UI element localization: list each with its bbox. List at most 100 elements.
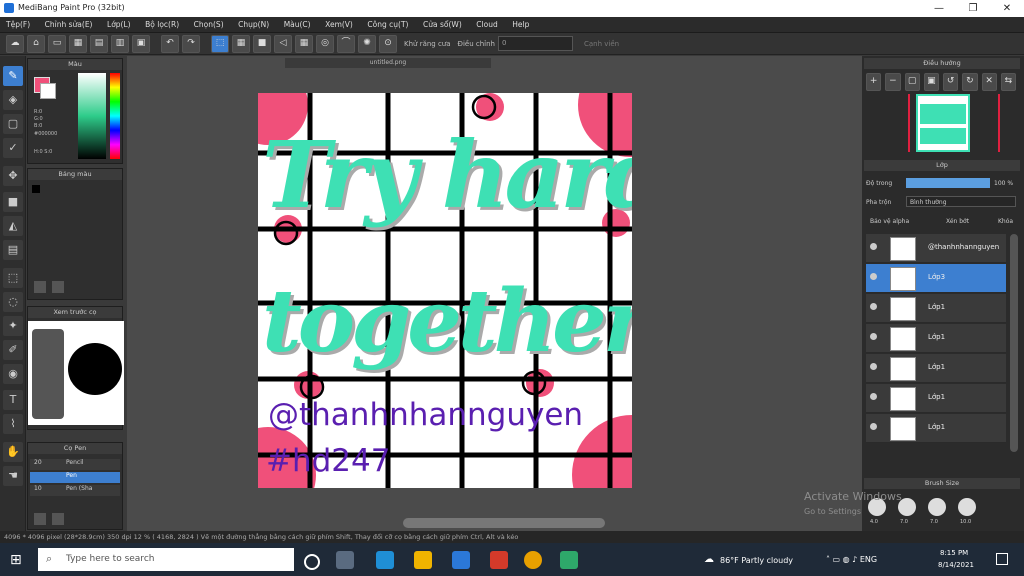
- navigator-thumbnail[interactable]: [916, 94, 970, 152]
- dot-tool-icon[interactable]: ▢: [3, 114, 23, 134]
- eyedropper-tool-icon[interactable]: ⌇: [3, 414, 23, 434]
- brush-tool-icon[interactable]: ✎: [3, 66, 23, 86]
- notification-icon[interactable]: [996, 553, 1008, 565]
- document-canvas[interactable]: Try hard together @thanhnhannguyen #hd24…: [258, 93, 632, 488]
- brush-item-pen-shading[interactable]: 10 Pen (Sha: [30, 485, 120, 496]
- layer-row[interactable]: Lớp1: [866, 294, 1006, 323]
- undo-icon[interactable]: ↶: [161, 34, 179, 53]
- fill-snap-icon[interactable]: ■: [253, 34, 271, 53]
- select-icon[interactable]: ⬚: [211, 34, 229, 53]
- menu-tools[interactable]: Công cụ(T): [361, 17, 414, 33]
- move-tool-icon[interactable]: ✥: [3, 166, 23, 186]
- add-palette-icon[interactable]: [34, 281, 46, 293]
- fit-window-icon[interactable]: ▢: [904, 73, 920, 91]
- menu-view[interactable]: Xem(V): [319, 17, 359, 33]
- close-button[interactable]: ✕: [990, 0, 1024, 17]
- layer-row-selected[interactable]: Lớp3: [866, 264, 1006, 293]
- point-icon[interactable]: ⊙: [379, 34, 397, 53]
- task-view-icon[interactable]: [336, 551, 354, 569]
- select-tool-icon[interactable]: ⬚: [3, 268, 23, 288]
- menu-layer[interactable]: Lớp(L): [101, 17, 137, 33]
- cortana-icon[interactable]: [304, 554, 320, 570]
- clock-time[interactable]: 8:15 PM: [940, 549, 968, 557]
- menu-edit[interactable]: Chỉnh sửa(E): [39, 17, 99, 33]
- secondary-color-swatch[interactable]: [40, 83, 56, 99]
- panel-icon[interactable]: ▥: [111, 34, 129, 53]
- visibility-eye-icon[interactable]: [870, 393, 877, 400]
- brush-settings-icon[interactable]: [52, 513, 64, 525]
- clock-date[interactable]: 8/14/2021: [938, 561, 974, 569]
- text-tool-icon[interactable]: T: [3, 390, 23, 410]
- grid-ruler-icon[interactable]: ▦: [295, 34, 313, 53]
- grid-snap-icon[interactable]: ▦: [232, 34, 250, 53]
- visibility-eye-icon[interactable]: [870, 273, 877, 280]
- eraser-tool-icon[interactable]: ◈: [3, 90, 23, 110]
- menu-color[interactable]: Màu(C): [278, 17, 317, 33]
- delete-palette-icon[interactable]: [52, 281, 64, 293]
- blend-mode-select[interactable]: Bình thường: [906, 196, 1016, 207]
- layer-row[interactable]: Lớp1: [866, 324, 1006, 353]
- radial-icon[interactable]: ✺: [358, 34, 376, 53]
- zoom-in-icon[interactable]: +: [866, 73, 882, 91]
- visibility-eye-icon[interactable]: [870, 243, 877, 250]
- cloud-icon[interactable]: ☁: [6, 34, 24, 53]
- color-gradient-picker[interactable]: [78, 73, 106, 159]
- curve-ruler-icon[interactable]: ⌒: [337, 34, 355, 53]
- tray-icons[interactable]: ˄ ▭ ◍ ♪ ENG: [826, 555, 877, 564]
- reset-rotate-icon[interactable]: ✕: [981, 73, 997, 91]
- layer-row[interactable]: Lớp1: [866, 414, 1006, 443]
- brush-item-pencil[interactable]: 20 Pencil: [30, 459, 120, 470]
- zoom-tool-icon[interactable]: ☚: [3, 466, 23, 486]
- redo-icon[interactable]: ↷: [182, 34, 200, 53]
- fill-rect-tool-icon[interactable]: ■: [3, 192, 23, 212]
- circle-ruler-icon[interactable]: ◎: [316, 34, 334, 53]
- palette-swatch[interactable]: [32, 185, 40, 193]
- actual-size-icon[interactable]: ▣: [923, 73, 939, 91]
- ruler-icon[interactable]: ◁: [274, 34, 292, 53]
- chat-icon[interactable]: ▭: [48, 34, 66, 53]
- rotate-right-icon[interactable]: ↻: [962, 73, 978, 91]
- visibility-eye-icon[interactable]: [870, 333, 877, 340]
- check-tool-icon[interactable]: ✓: [3, 138, 23, 158]
- menu-help[interactable]: Help: [506, 17, 535, 33]
- menu-file[interactable]: Tệp(F): [0, 17, 36, 33]
- select-eraser-tool-icon[interactable]: ◉: [3, 364, 23, 384]
- document-tab[interactable]: untitled.png: [285, 58, 491, 68]
- horizontal-scrollbar[interactable]: [403, 518, 605, 528]
- magic-wand-tool-icon[interactable]: ✦: [3, 316, 23, 336]
- antialias-label[interactable]: Khử răng cưa: [404, 40, 451, 48]
- select-pen-tool-icon[interactable]: ✐: [3, 340, 23, 360]
- maximize-button[interactable]: ❐: [956, 0, 990, 17]
- lock-checkbox[interactable]: Khóa: [998, 218, 1013, 225]
- store-icon[interactable]: [452, 551, 470, 569]
- minimize-button[interactable]: —: [922, 0, 956, 17]
- layer-row[interactable]: Lớp1: [866, 384, 1006, 413]
- menu-snap[interactable]: Chụp(N): [232, 17, 275, 33]
- zoom-out-icon[interactable]: −: [885, 73, 901, 91]
- menu-select[interactable]: Chọn(S): [188, 17, 230, 33]
- rotate-left-icon[interactable]: ↺: [943, 73, 959, 91]
- visibility-eye-icon[interactable]: [870, 303, 877, 310]
- menu-cloud[interactable]: Cloud: [470, 17, 503, 33]
- mail-icon[interactable]: [490, 551, 508, 569]
- layer-scrollbar[interactable]: [1010, 234, 1018, 452]
- weather-text[interactable]: 86°F Partly cloudy: [720, 556, 793, 565]
- menu-window[interactable]: Cửa sổ(W): [417, 17, 468, 33]
- bucket-tool-icon[interactable]: ◭: [3, 216, 23, 236]
- layer-row[interactable]: Lớp1: [866, 354, 1006, 383]
- brush-size-dot[interactable]: [928, 498, 946, 516]
- clip-checkbox[interactable]: Xén bớt: [946, 218, 969, 225]
- medibang-icon[interactable]: [560, 551, 578, 569]
- taskbar-search-input[interactable]: Type here to search: [38, 548, 294, 571]
- fit-icon[interactable]: ▣: [132, 34, 150, 53]
- protect-alpha-checkbox[interactable]: Bảo vệ alpha: [870, 218, 909, 225]
- visibility-eye-icon[interactable]: [870, 363, 877, 370]
- gradient-tool-icon[interactable]: ▤: [3, 240, 23, 260]
- hue-slider[interactable]: [110, 73, 120, 159]
- brush-size-dot[interactable]: [958, 498, 976, 516]
- layer-row[interactable]: @thanhnhannguyen: [866, 234, 1006, 263]
- chrome-icon[interactable]: [524, 551, 542, 569]
- home-icon[interactable]: ⌂: [27, 34, 45, 53]
- hand-tool-icon[interactable]: ✋: [3, 442, 23, 462]
- opacity-slider[interactable]: [906, 178, 990, 188]
